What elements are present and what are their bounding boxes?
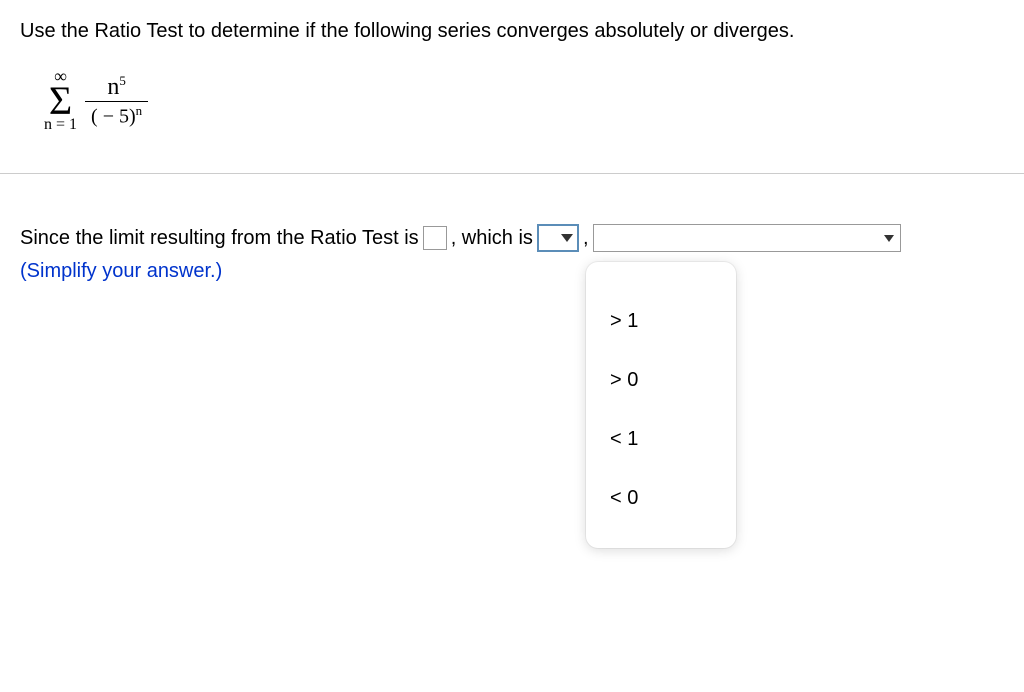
numerator: n5 <box>101 74 132 101</box>
conclusion-dropdown[interactable] <box>593 224 901 252</box>
answer-prefix-text: Since the limit resulting from the Ratio… <box>20 227 419 250</box>
series-formula: ∞ Σ n = 1 n5 ( − 5)n <box>44 67 1004 133</box>
dropdown-option[interactable]: > 0 <box>586 351 736 410</box>
fraction: n5 ( − 5)n <box>85 74 148 127</box>
dropdown-option[interactable]: < 0 <box>586 469 736 528</box>
question-text: Use the Ratio Test to determine if the f… <box>20 20 1004 43</box>
chevron-down-icon <box>561 234 573 242</box>
dropdown-option[interactable]: > 1 <box>586 292 736 351</box>
chevron-down-icon <box>884 235 894 242</box>
answer-mid-text: , which is <box>451 227 533 250</box>
dropdown-option[interactable]: < 1 <box>586 410 736 469</box>
limit-value-input[interactable] <box>423 226 447 250</box>
denominator: ( − 5)n <box>85 101 148 127</box>
answer-section: Since the limit resulting from the Ratio… <box>20 224 1004 283</box>
sigma-lower-limit: n = 1 <box>44 117 77 133</box>
hint-text: (Simplify your answer.) <box>20 260 1004 283</box>
sigma-block: ∞ Σ n = 1 <box>44 67 77 133</box>
comparison-dropdown[interactable] <box>537 224 579 252</box>
comma-text: , <box>583 227 589 250</box>
sigma-symbol: Σ <box>49 85 72 117</box>
section-divider <box>0 173 1024 174</box>
answer-line: Since the limit resulting from the Ratio… <box>20 224 1004 252</box>
comparison-dropdown-menu: > 1 > 0 < 1 < 0 <box>586 262 736 548</box>
